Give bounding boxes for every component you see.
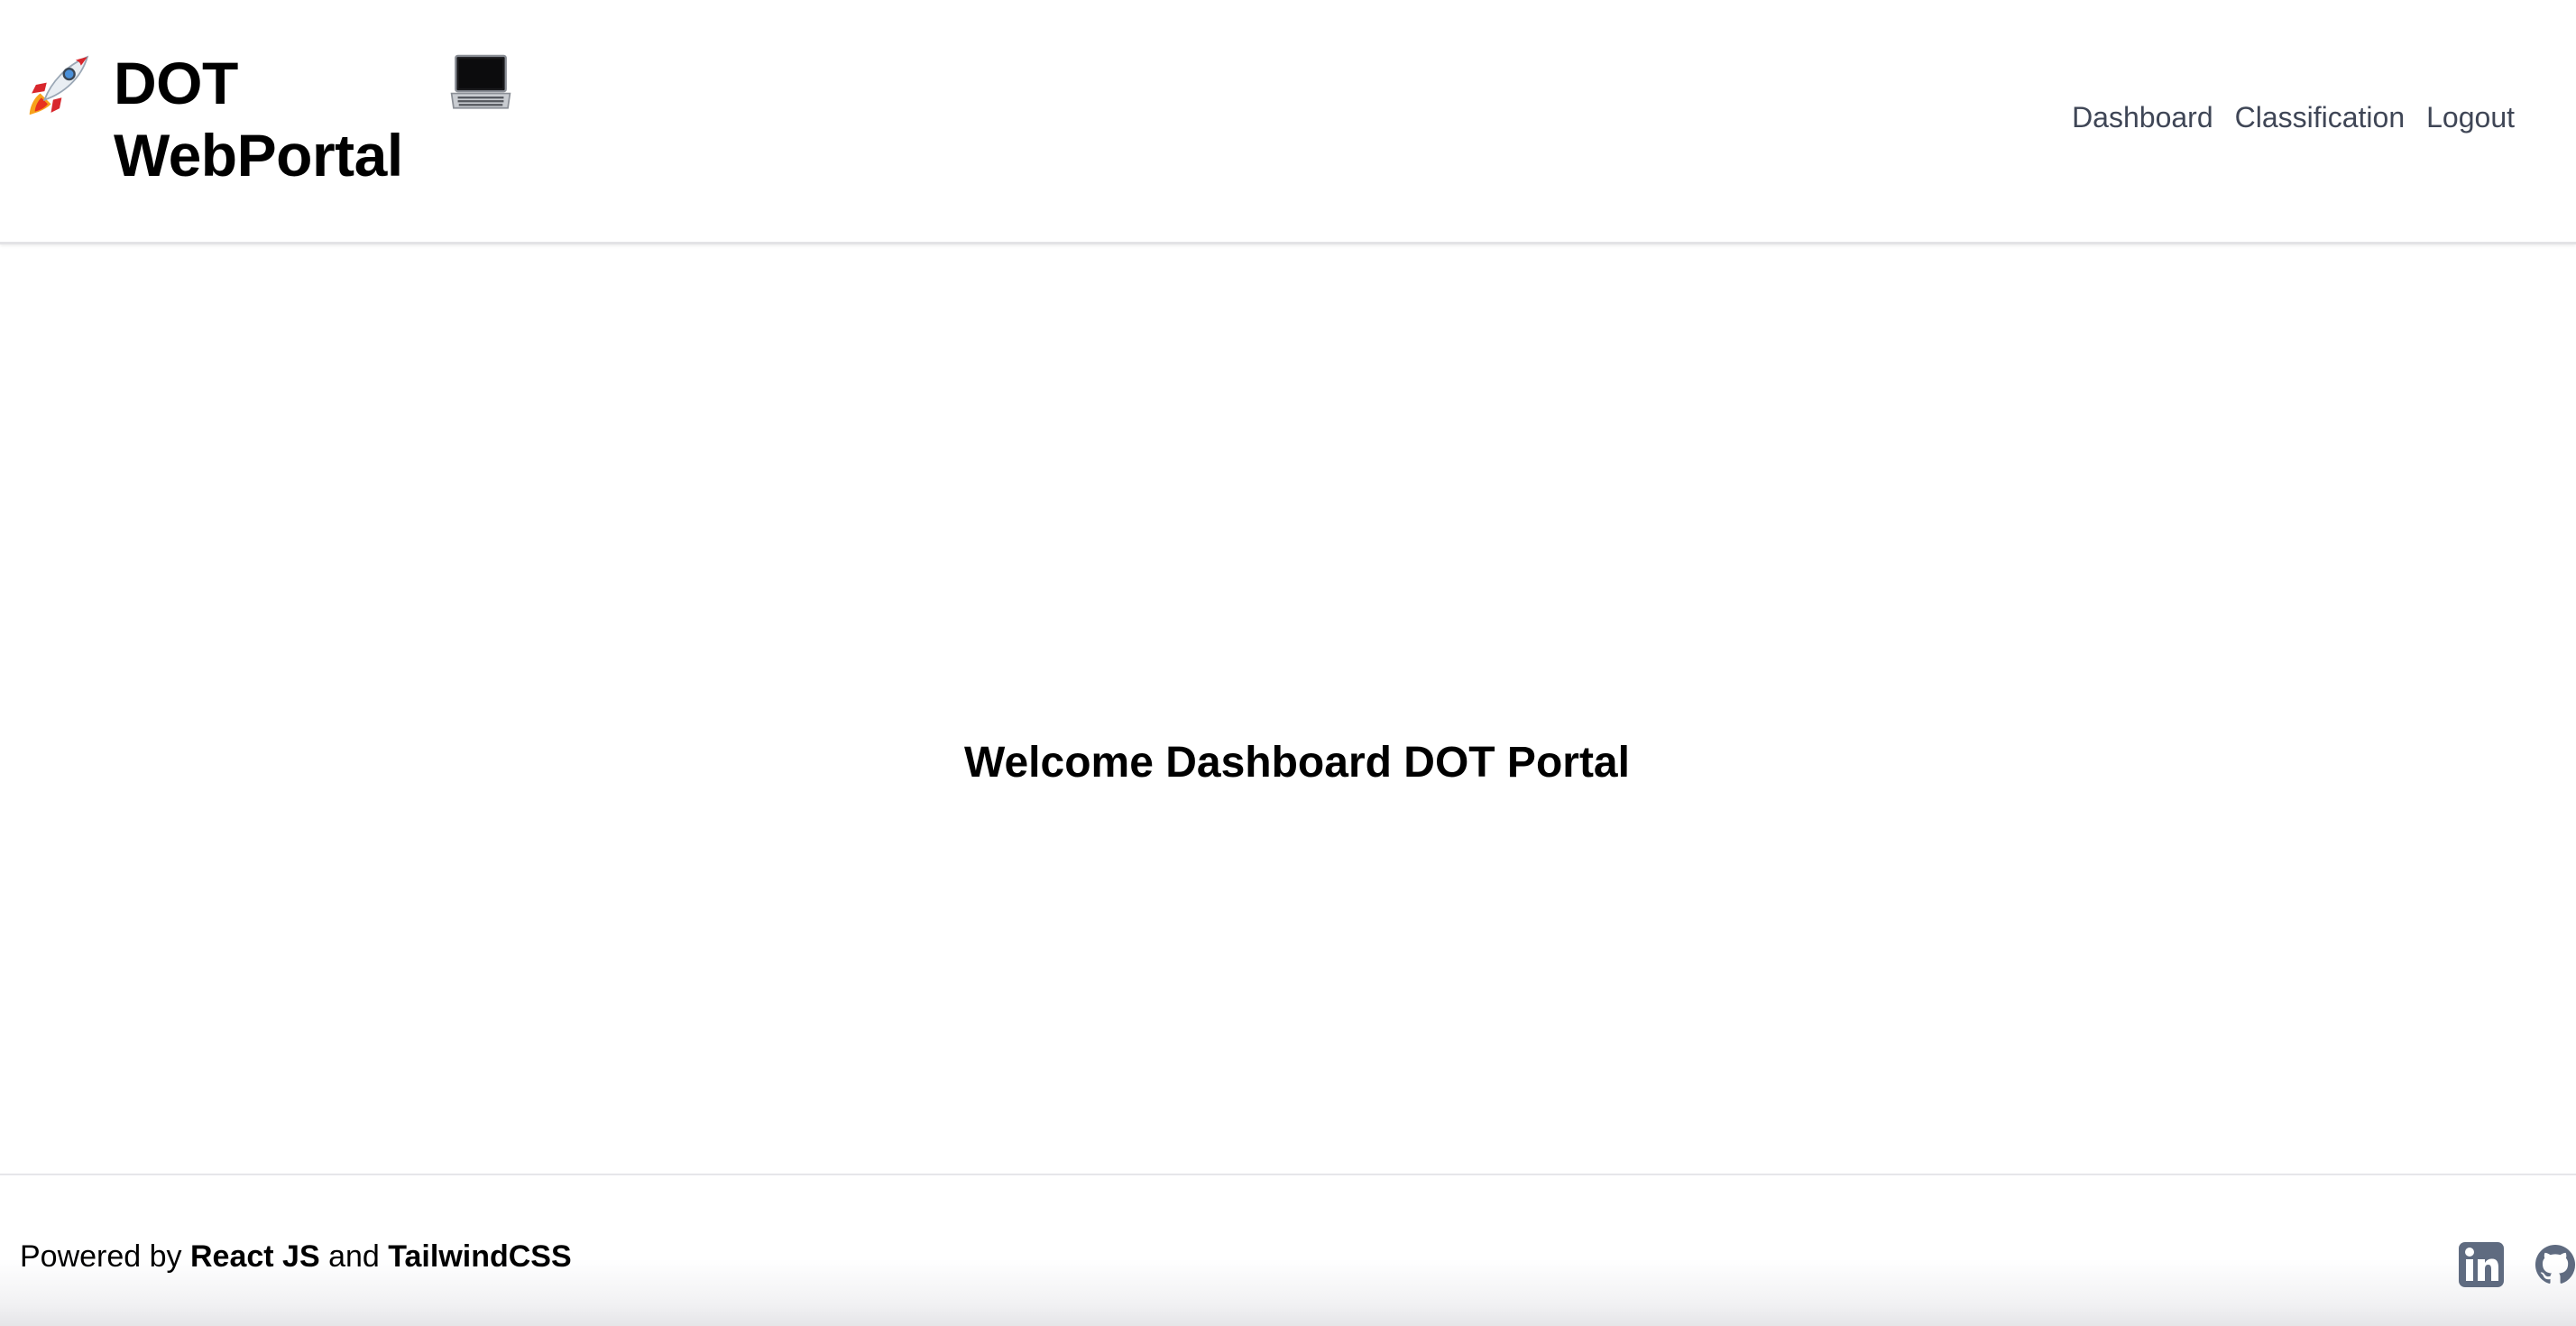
github-link[interactable] <box>2535 1244 2576 1290</box>
nav-link-classification[interactable]: Classification <box>2235 97 2406 137</box>
page: DOT WebPortal Dashboard Classification L… <box>0 0 2576 1326</box>
linkedin-icon <box>2459 1242 2504 1287</box>
react-label: React JS <box>190 1239 320 1274</box>
brand[interactable]: DOT WebPortal <box>25 47 514 191</box>
github-icon <box>2535 1244 2576 1284</box>
linkedin-link[interactable] <box>2459 1242 2504 1292</box>
brand-title: DOT WebPortal <box>114 50 403 189</box>
social-links <box>2459 1242 2576 1292</box>
nav-link-logout[interactable]: Logout <box>2426 97 2515 137</box>
main-content: Welcome Dashboard DOT Portal <box>0 244 2576 1174</box>
nav-link-dashboard[interactable]: Dashboard <box>2072 97 2213 137</box>
top-navbar: DOT WebPortal Dashboard Classification L… <box>0 0 2576 244</box>
powered-by-prefix: Powered by <box>20 1239 182 1274</box>
main-nav: Dashboard Classification Logout <box>2072 97 2515 137</box>
tailwind-label: TailwindCSS <box>388 1239 572 1274</box>
and-label: and <box>328 1239 380 1274</box>
laptop-icon <box>450 54 511 109</box>
powered-by-text: Powered by React JS and TailwindCSS <box>20 1237 572 1276</box>
footer: Powered by React JS and TailwindCSS <box>0 1174 2576 1326</box>
welcome-heading: Welcome Dashboard DOT Portal <box>964 739 1630 787</box>
rocket-icon <box>29 55 89 115</box>
